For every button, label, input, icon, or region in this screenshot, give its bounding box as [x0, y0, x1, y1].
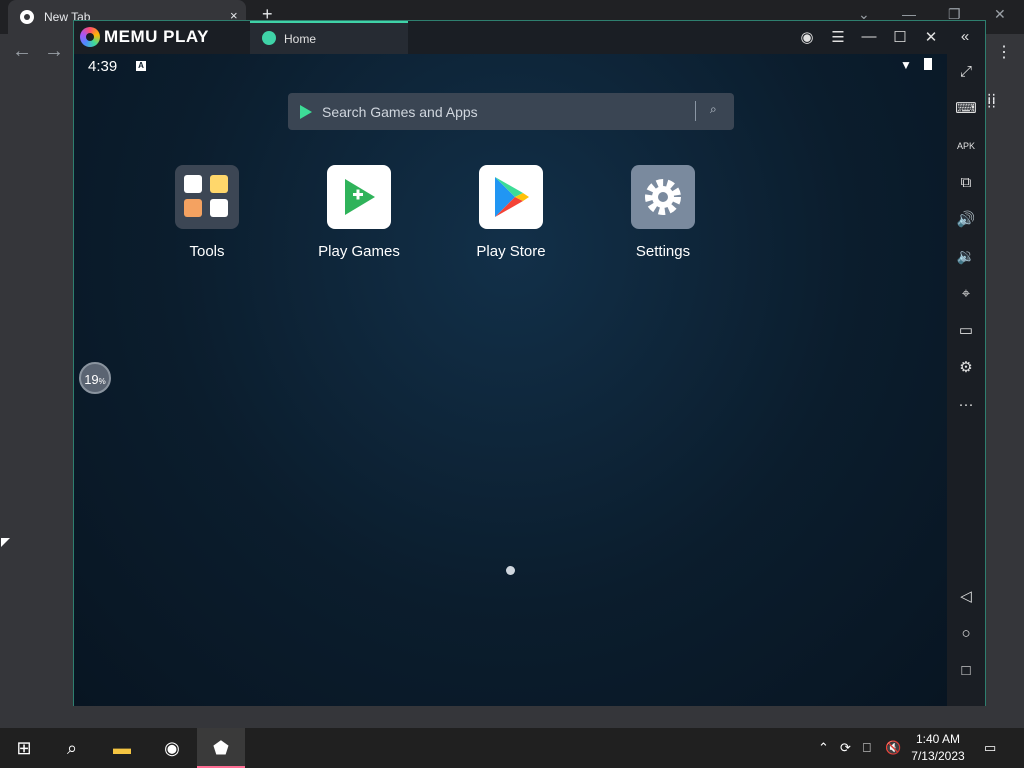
play-store-mini-icon — [300, 105, 312, 119]
android-icon — [262, 31, 276, 45]
network-icon[interactable]: ⎕ — [863, 740, 871, 756]
minimize-button[interactable]: — — [859, 28, 879, 45]
android-screen: 4:39 A ▼ Search Games and Apps ⌕ Tools P… — [74, 54, 947, 706]
account-icon[interactable]: ◉ — [797, 28, 817, 46]
maximize-button[interactable]: ☐ — [890, 28, 910, 46]
search-input[interactable]: Search Games and Apps — [322, 104, 478, 120]
search-icon[interactable]: ⌕ — [48, 728, 96, 768]
play-games-icon — [327, 165, 391, 229]
app-label: Play Store — [476, 243, 546, 260]
volume-up-icon[interactable]: 🔊 — [947, 205, 985, 235]
app-label: Tools — [189, 243, 225, 260]
volume-muted-icon[interactable]: 🔇 — [885, 740, 901, 756]
fullscreen-icon[interactable]: ⤢ — [947, 57, 985, 87]
battery-icon — [924, 58, 932, 70]
side-toolbar: ⤢ ⌨ APK ⧉ 🔊 🔉 ⌖ ▭ ⚙ ··· ◁ ○ □ — [947, 54, 985, 706]
back-arrow-icon[interactable]: ← — [12, 40, 32, 63]
browser-close-button[interactable]: ✕ — [994, 6, 1006, 23]
app-label: Play Games — [318, 243, 400, 260]
app-play-store[interactable]: Play Store — [451, 165, 571, 260]
gear-icon[interactable]: ⚙ — [947, 353, 985, 383]
tray-update-icon[interactable]: ⟳ — [840, 740, 851, 756]
app-tools[interactable]: Tools — [147, 165, 267, 260]
app-play-games[interactable]: Play Games — [299, 165, 419, 260]
multi-window-icon[interactable]: ⧉ — [947, 168, 985, 198]
start-windows-icon[interactable]: ⊞ — [0, 728, 48, 768]
chrome-icon — [20, 10, 34, 24]
memu-logo-icon — [80, 27, 100, 47]
wifi-icon: ▼ — [900, 58, 912, 72]
memu-logo: MEMU PLAY — [80, 27, 209, 47]
app-label: Settings — [635, 243, 691, 260]
location-icon[interactable]: ⌖ — [947, 279, 985, 309]
taskbar: ⊞ ⌕ ▬ ◉ ⬟ ⌃ ⟳ ⎕ 🔇 1:40 AM 7/13/2023 ▭ — [0, 728, 1024, 768]
mouse-cursor-icon — [1, 538, 10, 547]
taskbar-time: 1:40 AM — [915, 732, 961, 746]
taskbar-date: 7/13/2023 — [911, 749, 965, 763]
back-icon[interactable]: ◁ — [947, 582, 985, 612]
more-icon[interactable]: ··· — [947, 390, 985, 420]
notification-icon[interactable]: ▭ — [984, 740, 996, 756]
browser-menu-icon[interactable]: ⋮ — [996, 42, 1012, 62]
apps-grid-icon[interactable]: ⁝⁝ ⁝⁝ — [987, 91, 999, 110]
search-bar[interactable]: Search Games and Apps ⌕ — [288, 93, 734, 130]
search-icon[interactable]: ⌕ — [710, 102, 717, 117]
volume-down-icon[interactable]: 🔉 — [947, 242, 985, 272]
app-settings[interactable]: Settings — [603, 165, 723, 260]
status-badge: A — [136, 61, 146, 71]
tab-home-label: Home — [284, 32, 317, 46]
taskbar-clock[interactable]: 1:40 AM 7/13/2023 — [906, 731, 970, 765]
keyboard-icon[interactable]: ⌨ — [947, 94, 985, 124]
play-store-icon — [479, 165, 543, 229]
forward-arrow-icon[interactable]: → — [44, 40, 64, 63]
memu-logo-text: MEMU PLAY — [104, 27, 209, 46]
memu-window: MEMU PLAY Home ◉ ☰ — ☐ ✕ « 4:39 A ▼ Sear… — [73, 20, 986, 706]
tools-folder-icon — [175, 165, 239, 229]
search-divider — [695, 101, 696, 121]
settings-gear-icon — [631, 165, 695, 229]
memu-taskbar-icon[interactable]: ⬟ — [197, 728, 245, 768]
apk-icon[interactable]: APK — [947, 131, 985, 161]
recents-icon[interactable]: □ — [947, 656, 985, 686]
chrome-taskbar-icon[interactable]: ◉ — [148, 728, 196, 768]
tray-chevron-icon[interactable]: ⌃ — [818, 740, 829, 756]
file-explorer-icon[interactable]: ▬ — [98, 728, 146, 768]
folder-icon[interactable]: ▭ — [947, 316, 985, 346]
menu-icon[interactable]: ☰ — [828, 28, 848, 46]
loading-value: 19 — [84, 372, 99, 387]
memu-titlebar: MEMU PLAY Home ◉ ☰ — ☐ ✕ « — [74, 21, 985, 54]
tab-home[interactable]: Home — [250, 21, 408, 54]
loading-unit: % — [98, 377, 106, 386]
loading-progress: 19% — [79, 362, 111, 394]
page-indicator — [506, 566, 515, 575]
close-button[interactable]: ✕ — [921, 28, 941, 46]
collapse-toolbar-icon[interactable]: « — [955, 28, 975, 45]
home-icon[interactable]: ○ — [947, 619, 985, 649]
status-time: 4:39 — [88, 58, 118, 75]
